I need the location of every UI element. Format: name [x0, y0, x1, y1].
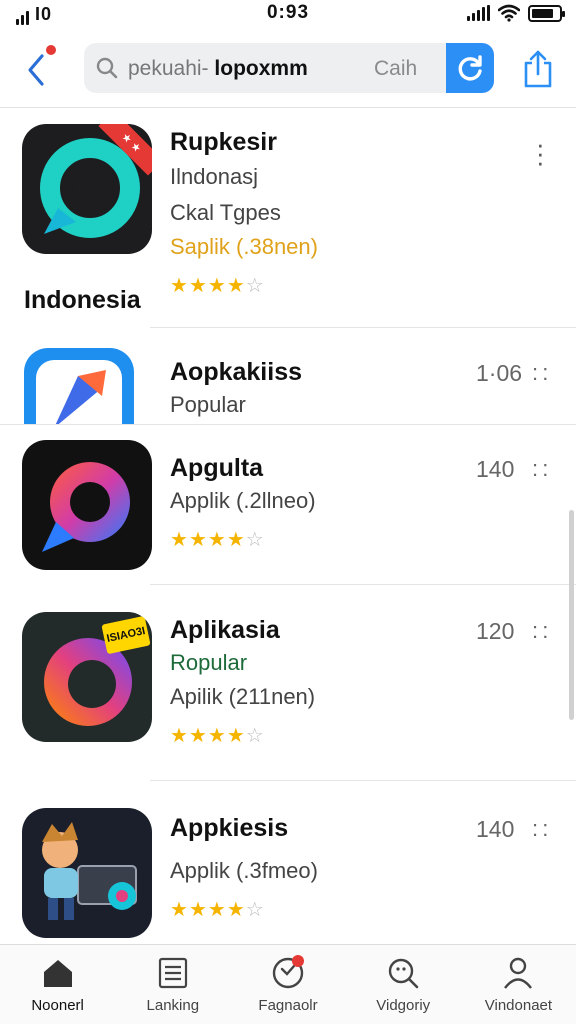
star-empty-icon: ☆: [245, 275, 264, 297]
app-size: Applik (.2llneo): [170, 488, 316, 513]
app-name: Aopkakiiss: [170, 358, 303, 386]
app-subtitle: Popular: [170, 392, 246, 417]
battery-icon: [528, 4, 565, 22]
star-empty-icon: ☆: [245, 725, 264, 747]
app-name: Rupkesir: [170, 128, 277, 156]
rating-stars: ★ ★ ★ ★ ☆: [170, 900, 264, 920]
list-item[interactable]: ★ ★ Rupkesir Ilndonasj Ckal Tgpes Saplik…: [0, 110, 576, 328]
scrollbar[interactable]: [569, 510, 574, 720]
star-filled-icon: ★: [170, 899, 188, 921]
tab-label: Fagnaolr: [258, 997, 318, 1014]
tab-label: Vidgoriy: [376, 997, 431, 1014]
app-name: Aplikasia: [170, 616, 280, 644]
star-filled-icon: ★: [188, 725, 207, 747]
character-laptop-logo: [42, 822, 137, 920]
tab-label: Noonerl: [31, 997, 84, 1014]
star-filled-icon: ★: [188, 899, 207, 921]
app-category: Ckal Tgpes: [170, 200, 281, 225]
search-header: pekuahi- lopoxmm Caih: [0, 34, 576, 108]
star-filled-icon: ★: [207, 529, 226, 551]
star-filled-icon: ★: [226, 529, 245, 551]
tab-ranking[interactable]: Lanking: [115, 945, 230, 1024]
app-icon[interactable]: [22, 440, 152, 570]
star-filled-icon: ★: [207, 899, 226, 921]
profile-icon: [504, 957, 533, 989]
list-item[interactable]: ISIAO3I Aplikasia Ropular Apilik (211nen…: [0, 586, 576, 780]
search-person-icon: [389, 958, 419, 989]
drag-handle-icon[interactable]: : :: [532, 618, 548, 644]
search-icon: [96, 57, 118, 79]
notification-badge: [44, 43, 58, 57]
tab-label: Vindonaet: [484, 997, 553, 1014]
star-empty-icon: ☆: [245, 899, 264, 921]
star-filled-icon: ★: [226, 899, 245, 921]
tab-profile[interactable]: Vindonaet: [461, 945, 576, 1024]
divider: [150, 780, 576, 781]
drag-handle-icon[interactable]: : :: [532, 360, 548, 386]
app-name: Apgulta: [170, 454, 264, 482]
drag-handle-icon[interactable]: : :: [532, 456, 548, 482]
download-count: 140: [476, 456, 515, 482]
star-empty-icon: ☆: [245, 529, 264, 551]
rating-stars: ★ ★ ★ ★ ☆: [170, 726, 264, 746]
app-size: Applik (.3fmeo): [170, 858, 318, 883]
app-subtitle: Ropular: [170, 650, 248, 675]
share-icon: [524, 50, 552, 88]
search-input[interactable]: pekuahi- lopoxmm Caih: [84, 43, 494, 93]
search-query: pekuahi- lopoxmm: [128, 57, 308, 81]
tab-updates[interactable]: Fagnaolr: [230, 945, 345, 1024]
tab-search[interactable]: Vidgoriy: [346, 945, 461, 1024]
rating-stars: ★ ★ ★ ★ ☆: [170, 530, 264, 550]
star-filled-icon: ★: [188, 275, 207, 297]
section-label: Indonesia: [24, 286, 141, 314]
divider: [150, 327, 576, 328]
search-query-prefix: pekuahi-: [128, 57, 209, 80]
cell-signal-icon: [467, 5, 490, 21]
star-filled-icon: ★: [170, 275, 188, 297]
star-filled-icon: ★: [207, 275, 226, 297]
app-icon[interactable]: ★ ★: [22, 124, 152, 254]
list-item[interactable]: Apgulta Applik (.2llneo) ★ ★ ★ ★ ☆ 140 : :: [0, 426, 576, 584]
star-filled-icon: ★: [226, 725, 245, 747]
wifi-icon: [498, 4, 520, 22]
divider: [150, 584, 576, 585]
tab-bar: Noonerl Lanking Fagnaolr Vidgoriy Vindon…: [0, 944, 576, 1024]
star-filled-icon: ★: [207, 725, 226, 747]
share-button[interactable]: [518, 48, 558, 90]
app-icon[interactable]: [22, 808, 152, 938]
tab-label: Lanking: [146, 997, 200, 1014]
download-count: 120: [476, 618, 515, 644]
app-subtitle: Ilndonasj: [170, 164, 259, 189]
star-filled-icon: ★: [170, 725, 188, 747]
status-icons: [467, 4, 565, 22]
star-filled-icon: ★: [188, 529, 207, 551]
list-icon: [158, 957, 187, 989]
download-count: 1·06: [476, 360, 523, 386]
divider: [0, 424, 576, 425]
app-icon[interactable]: ISIAO3I: [22, 612, 152, 742]
app-icon[interactable]: [24, 348, 134, 424]
drag-handle-icon[interactable]: : :: [532, 816, 548, 842]
list-item[interactable]: Appkiesis Applik (.3fmeo) ★ ★ ★ ★ ☆ 140 : :: [0, 782, 576, 942]
app-name: Appkiesis: [170, 814, 289, 842]
rating-stars: ★ ★ ★ ★ ☆: [170, 276, 264, 296]
more-options-icon[interactable]: · · ·: [536, 131, 545, 175]
status-bar: I0 0:93: [0, 0, 576, 30]
refresh-button[interactable]: [446, 43, 494, 93]
download-count: 140: [476, 816, 515, 842]
app-size: Saplik (.38nen): [170, 234, 318, 259]
dart-logo: [36, 360, 122, 424]
search-hint: Caih: [374, 57, 418, 80]
refresh-icon: [458, 55, 482, 81]
home-icon: [43, 960, 72, 987]
list-item[interactable]: Aopkakiiss Popular 1·06 : :: [0, 330, 576, 424]
search-query-term: lopoxmm: [214, 57, 308, 80]
star-filled-icon: ★: [226, 275, 245, 297]
gradient-ring-logo: [42, 462, 130, 552]
star-filled-icon: ★: [170, 529, 188, 551]
app-size: Apilik (211nen): [170, 684, 316, 709]
tab-home[interactable]: Noonerl: [0, 945, 115, 1024]
